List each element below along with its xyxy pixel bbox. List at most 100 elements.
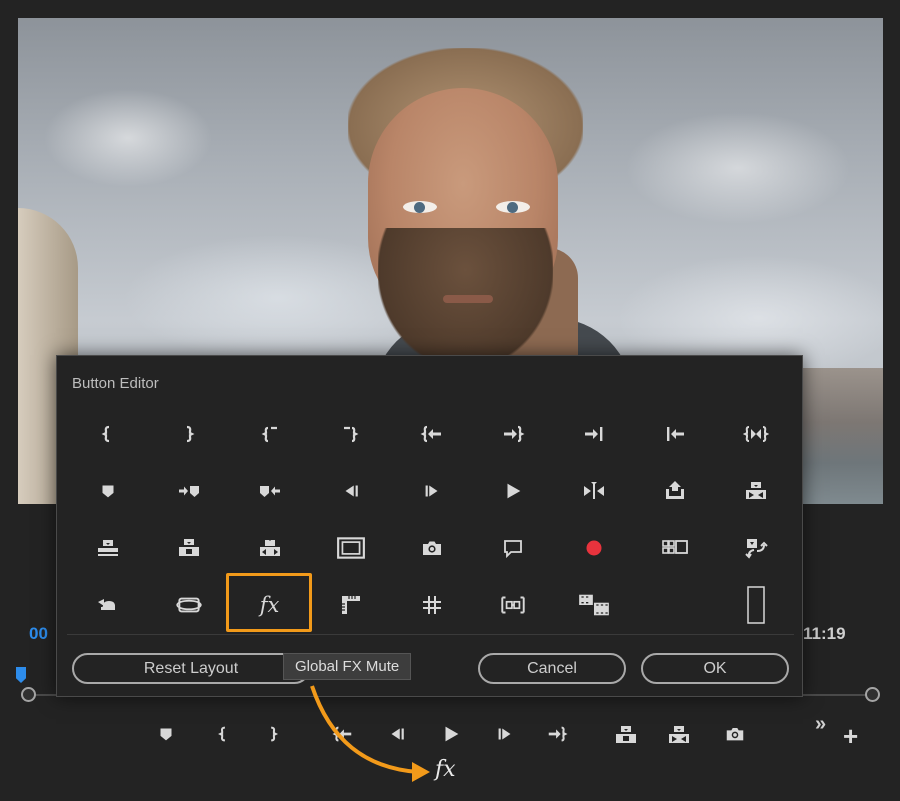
- undo-icon[interactable]: [96, 593, 120, 617]
- grid-button[interactable]: [148, 576, 229, 633]
- button-grid: fx: [67, 405, 794, 633]
- play-in-to-out-icon[interactable]: [743, 422, 769, 446]
- grid-button[interactable]: [715, 405, 796, 462]
- mark-clip-out-icon[interactable]: [339, 422, 363, 446]
- go-to-next-edit-icon[interactable]: [582, 422, 606, 446]
- compare-view-icon[interactable]: [578, 591, 610, 619]
- grid-button[interactable]: [472, 405, 553, 462]
- grid-button[interactable]: [715, 576, 796, 633]
- grid-button[interactable]: [715, 519, 796, 576]
- spacer-icon[interactable]: [746, 585, 766, 625]
- play-icon[interactable]: [502, 480, 524, 502]
- grid-button[interactable]: [472, 519, 553, 576]
- scrub-start-handle[interactable]: [21, 687, 36, 702]
- video-left-eye-shape: [403, 201, 437, 213]
- reset-layout-button[interactable]: Reset Layout: [72, 653, 310, 684]
- grid-button[interactable]: [310, 576, 391, 633]
- video-right-eye-shape: [496, 201, 530, 213]
- scrub-end-handle[interactable]: [865, 687, 880, 702]
- extract-icon[interactable]: [741, 479, 771, 503]
- overflow-chevron-icon[interactable]: »: [815, 713, 826, 736]
- grid-button[interactable]: [310, 405, 391, 462]
- lift-icon[interactable]: [612, 723, 640, 747]
- ok-button[interactable]: OK: [641, 653, 789, 684]
- grid-button[interactable]: [229, 462, 310, 519]
- grid-button[interactable]: [148, 519, 229, 576]
- add-marker-icon[interactable]: [155, 723, 177, 745]
- grid-button[interactable]: [472, 462, 553, 519]
- export-frame-icon[interactable]: [420, 536, 444, 560]
- play-icon[interactable]: [440, 723, 462, 745]
- go-to-in-icon[interactable]: [332, 723, 354, 745]
- step-forward-icon[interactable]: [421, 480, 443, 502]
- grid-button[interactable]: [553, 462, 634, 519]
- mark-out-icon[interactable]: [177, 422, 201, 446]
- dropped-fx-button-icon[interactable]: fx: [435, 757, 456, 782]
- lift-icon[interactable]: [662, 479, 688, 503]
- show-rulers-icon[interactable]: [339, 593, 363, 617]
- grid-button[interactable]: [391, 519, 472, 576]
- snap-in-program-monitor-icon[interactable]: [498, 592, 528, 618]
- button-editor-dialog: Button Editor fx Reset Layout Cancel OK …: [56, 355, 803, 697]
- overwrite-icon[interactable]: [174, 536, 204, 560]
- go-to-in-icon[interactable]: [420, 422, 444, 446]
- go-to-previous-edit-icon[interactable]: [663, 422, 687, 446]
- vr-video-icon[interactable]: [174, 592, 204, 618]
- mark-in-icon[interactable]: [96, 422, 120, 446]
- grid-button[interactable]: [67, 576, 148, 633]
- button-editor-plus-button[interactable]: +: [843, 723, 858, 749]
- add-marker-icon[interactable]: [97, 480, 119, 502]
- step-back-icon[interactable]: [386, 723, 408, 745]
- record-icon[interactable]: [582, 536, 606, 560]
- replace-icon[interactable]: [255, 536, 285, 560]
- duration-timecode: 11:19: [803, 624, 846, 643]
- go-to-next-marker-icon[interactable]: [174, 479, 204, 503]
- go-to-out-icon[interactable]: [546, 723, 568, 745]
- safe-margins-icon[interactable]: [336, 535, 366, 561]
- playhead-marker[interactable]: [16, 667, 26, 683]
- grid-button[interactable]: [715, 462, 796, 519]
- fx-tooltip: Global FX Mute: [283, 653, 412, 680]
- video-mouth-shape: [443, 295, 493, 303]
- grid-button[interactable]: [391, 405, 472, 462]
- grid-button[interactable]: [67, 405, 148, 462]
- empty-cell: [634, 576, 715, 633]
- grid-button[interactable]: [148, 405, 229, 462]
- step-back-icon[interactable]: [340, 480, 362, 502]
- dialog-divider: [67, 634, 794, 635]
- grid-button[interactable]: [553, 576, 634, 633]
- go-to-previous-marker-icon[interactable]: [255, 479, 285, 503]
- comment-icon[interactable]: [501, 536, 525, 560]
- cancel-button[interactable]: Cancel: [478, 653, 626, 684]
- play-around-icon[interactable]: [581, 479, 607, 503]
- grid-button[interactable]: [148, 462, 229, 519]
- grid-button[interactable]: [634, 405, 715, 462]
- export-frame-icon[interactable]: [724, 723, 746, 745]
- fx-button-highlight: [226, 573, 312, 632]
- go-to-out-icon[interactable]: [501, 422, 525, 446]
- extract-icon[interactable]: [665, 723, 693, 747]
- grid-button[interactable]: [472, 576, 553, 633]
- grid-button[interactable]: [553, 405, 634, 462]
- toggle-proxies-icon[interactable]: [743, 536, 769, 560]
- current-timecode[interactable]: 00: [29, 624, 48, 644]
- grid-button[interactable]: [634, 519, 715, 576]
- grid-button[interactable]: [229, 519, 310, 576]
- grid-button[interactable]: [67, 462, 148, 519]
- mark-out-icon[interactable]: [262, 723, 284, 745]
- step-forward-icon[interactable]: [494, 723, 516, 745]
- multi-camera-icon[interactable]: [660, 536, 690, 560]
- dialog-title: Button Editor: [72, 375, 159, 392]
- grid-button[interactable]: [310, 519, 391, 576]
- insert-icon[interactable]: [93, 536, 123, 560]
- grid-button[interactable]: [553, 519, 634, 576]
- grid-button[interactable]: [67, 519, 148, 576]
- grid-button[interactable]: [391, 576, 472, 633]
- grid-button[interactable]: [391, 462, 472, 519]
- mark-in-icon[interactable]: [213, 723, 235, 745]
- grid-button[interactable]: [634, 462, 715, 519]
- mark-clip-in-icon[interactable]: [258, 422, 282, 446]
- grid-button[interactable]: [310, 462, 391, 519]
- grid-button[interactable]: [229, 405, 310, 462]
- show-guides-icon[interactable]: [420, 593, 444, 617]
